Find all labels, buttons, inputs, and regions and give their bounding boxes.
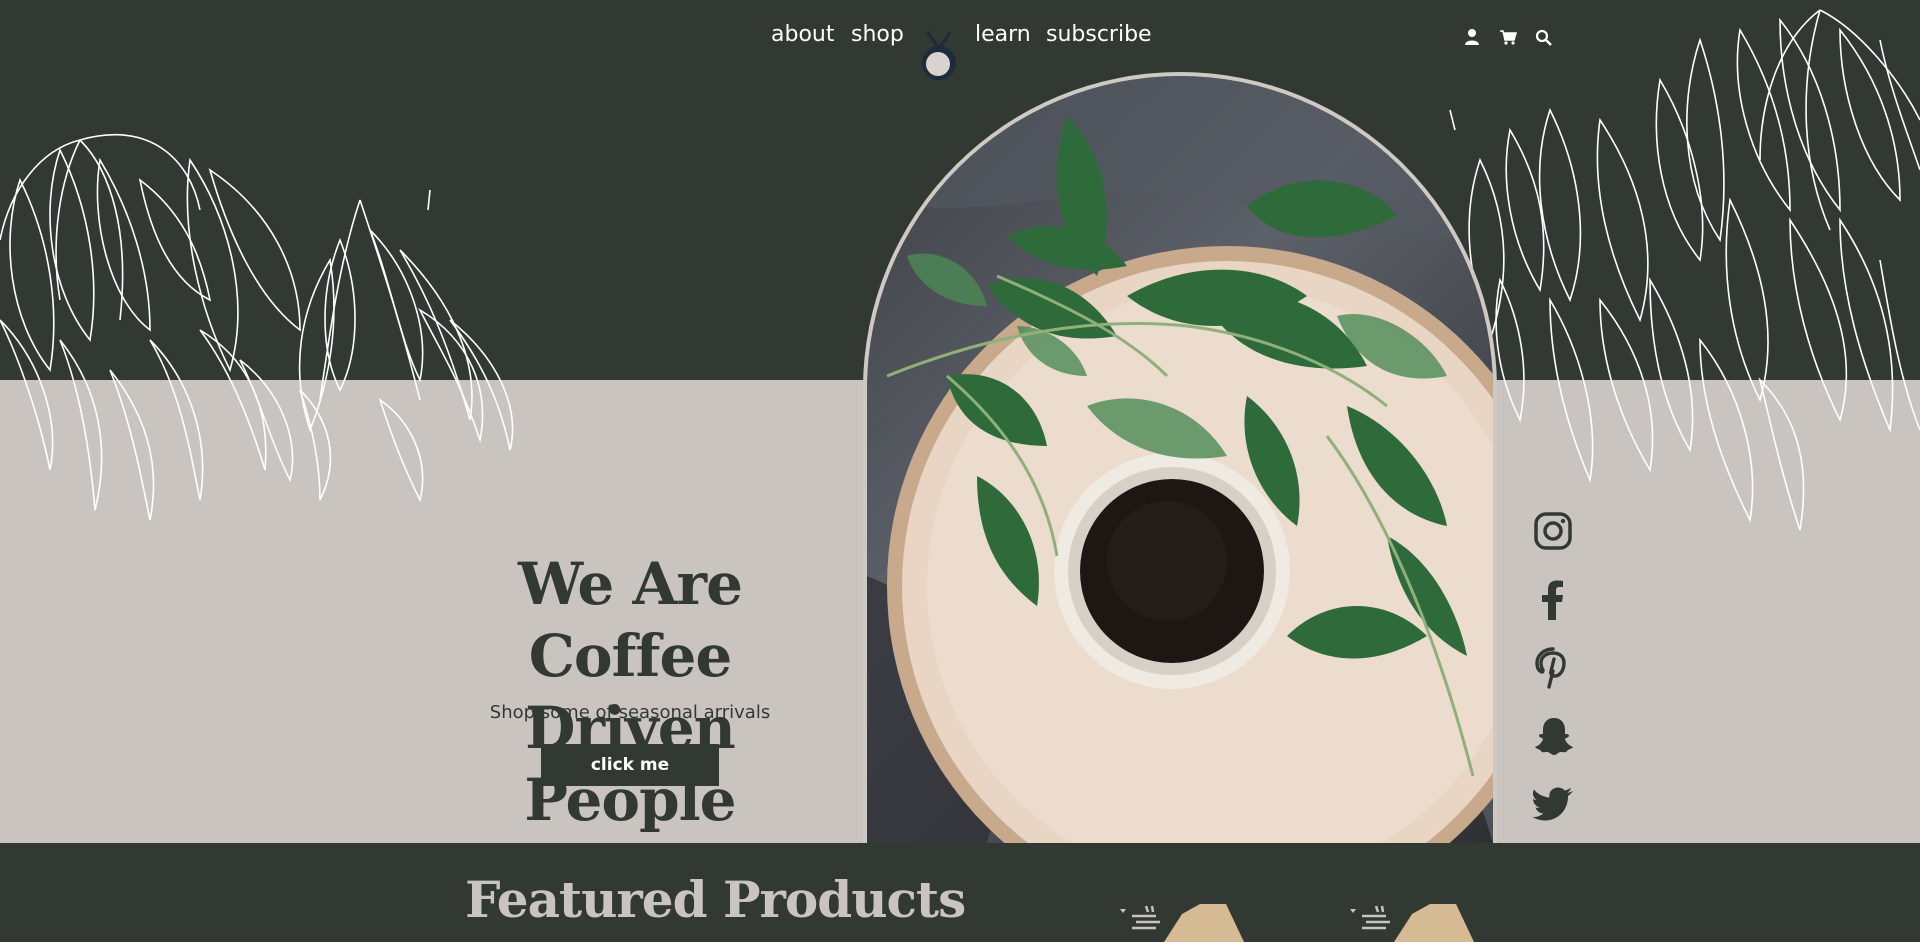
snapchat-icon[interactable] [1532, 714, 1576, 758]
hero-subtitle: Shop some of seasonal arrivals [489, 702, 771, 723]
plant-illustration-left [0, 134, 514, 521]
product-bag-illustration [1120, 904, 1244, 942]
hero-title: We Are Coffee Driven People [420, 548, 840, 836]
main-nav: about shop learn subscribe [0, 18, 1920, 80]
hero-image-frame [863, 72, 1497, 843]
nav-subscribe-link[interactable]: subscribe [1046, 22, 1152, 47]
coffee-tray-illustration [867, 76, 1493, 843]
pinterest-icon[interactable] [1532, 646, 1576, 690]
product-bag-illustration [1350, 904, 1474, 942]
nav-about-link[interactable]: about [771, 22, 834, 47]
nav-learn-link[interactable]: learn [975, 22, 1031, 47]
user-icon[interactable] [1463, 28, 1481, 46]
instagram-icon[interactable] [1532, 510, 1576, 554]
hero-cta-button[interactable]: click me [541, 744, 719, 786]
featured-title: Featured Products [465, 870, 966, 929]
twitter-icon[interactable] [1532, 782, 1576, 826]
search-icon[interactable] [1535, 29, 1553, 47]
hero-image [867, 76, 1493, 843]
hero-title-line1: We Are Coffee [518, 550, 743, 690]
coffee-logo-icon[interactable] [918, 30, 960, 84]
facebook-icon[interactable] [1532, 578, 1576, 622]
cart-icon[interactable] [1499, 28, 1517, 46]
nav-shop-link[interactable]: shop [851, 22, 904, 47]
